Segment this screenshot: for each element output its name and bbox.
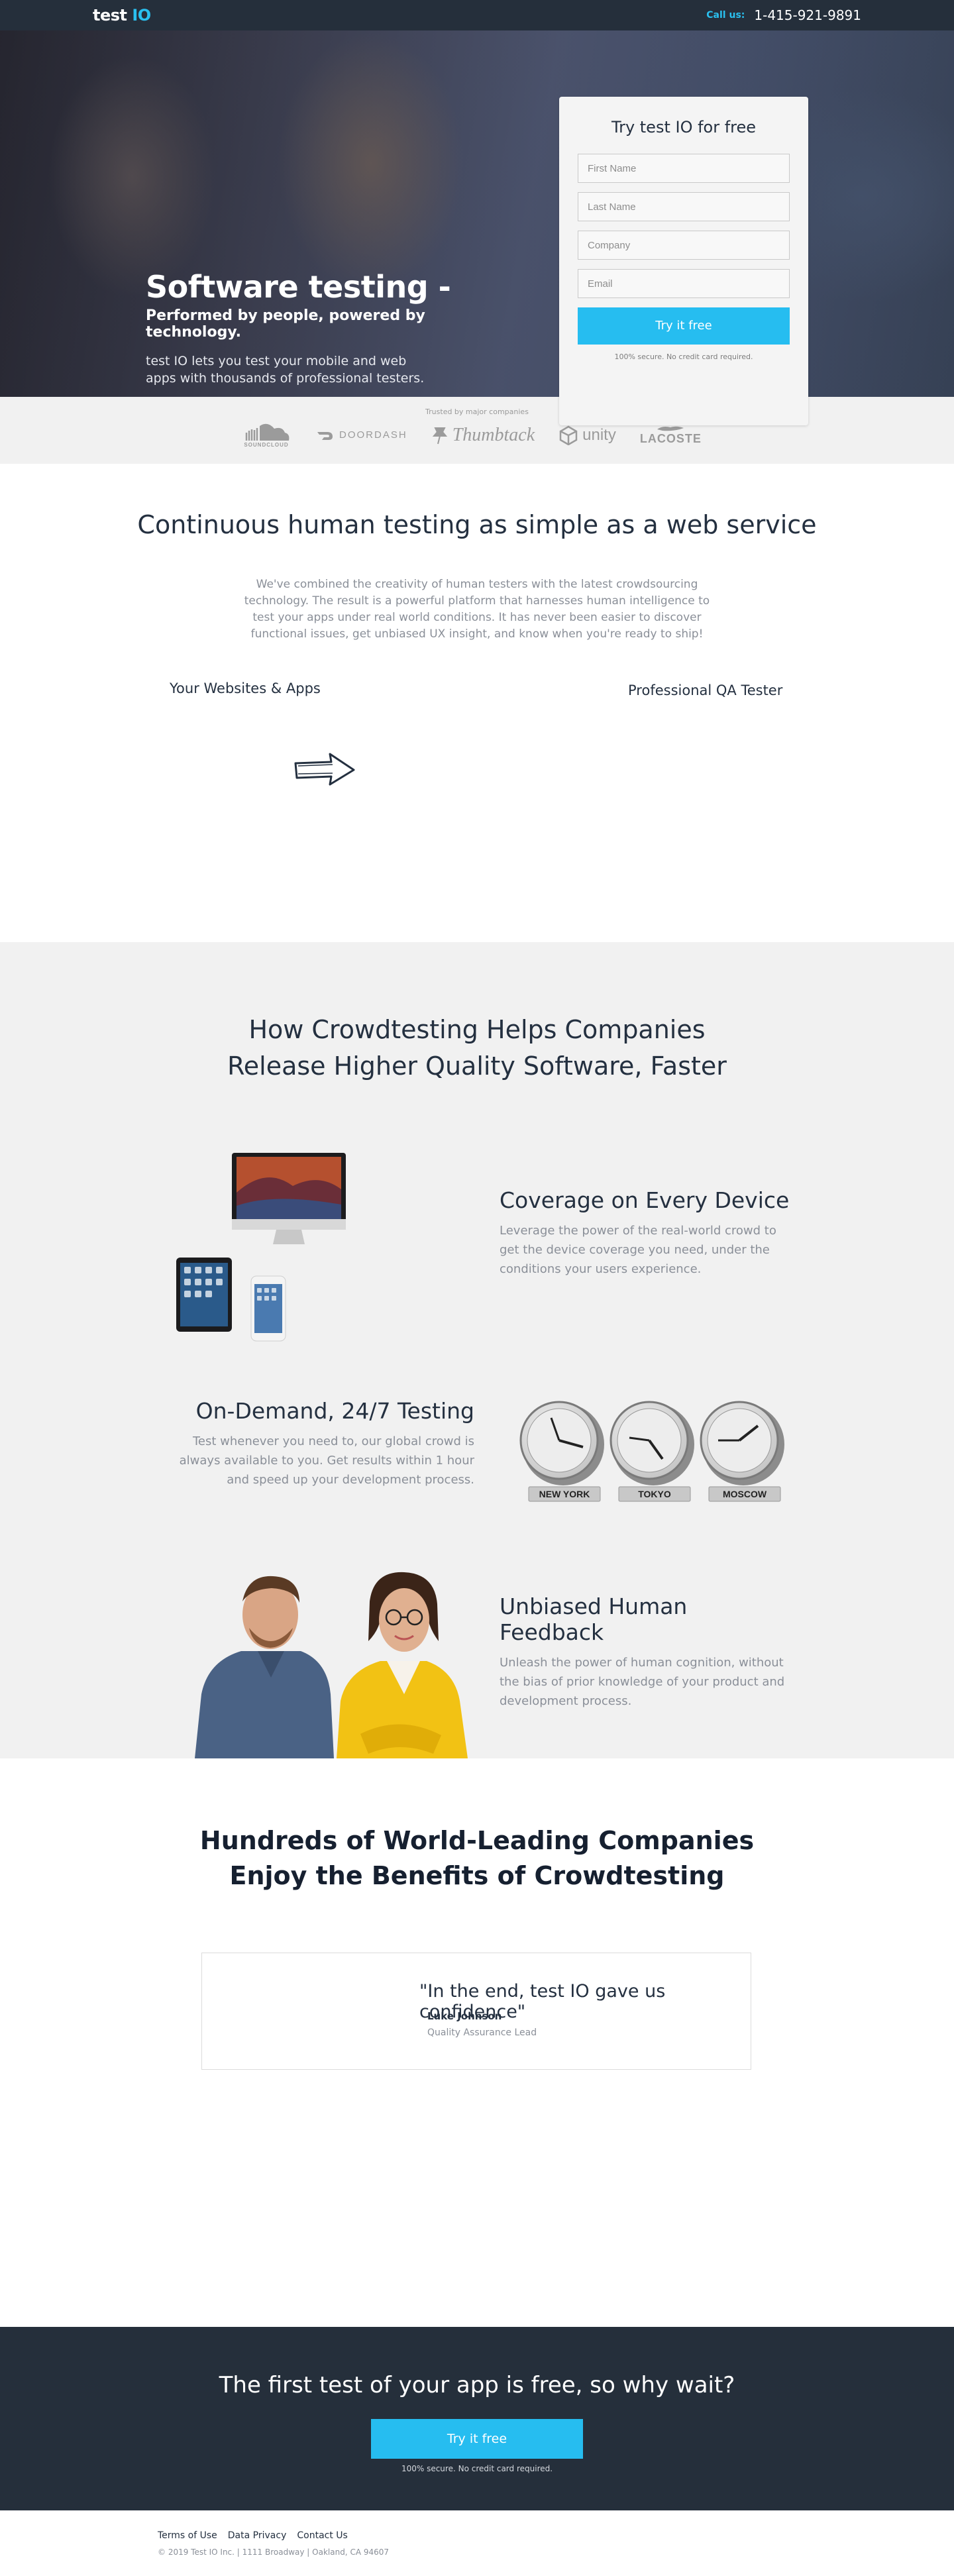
unity-icon	[559, 425, 578, 445]
feature-text: Leverage the power of the real-world cro…	[500, 1224, 776, 1276]
testimonial-name: Luke Johnson	[427, 2010, 502, 2022]
testimonial-role: Quality Assurance Lead	[427, 2027, 537, 2038]
top-bar: test IO Call us: 1-415-921-9891	[0, 0, 954, 30]
feature-title: On-Demand, 24/7 Testing	[195, 1398, 474, 1424]
email-field[interactable]	[578, 269, 790, 298]
soundcloud-text: SOUNDCLOUD	[244, 442, 289, 448]
clock-label-moscow: MOSCOW	[723, 1489, 767, 1499]
last-name-field[interactable]	[578, 192, 790, 221]
first-name-field[interactable]	[578, 154, 790, 183]
hero-subtitle: Performed by people, powered by technolo…	[146, 307, 425, 341]
testimonial-card: "In the end, test IO gave us confidence"…	[201, 1953, 751, 2070]
lacoste-text: LACOSTE	[639, 432, 702, 445]
clock-new-york: NEW YORK	[519, 1401, 604, 1502]
thumbtack-icon	[432, 427, 447, 444]
continuous-description: We've combined the creativity of human t…	[244, 578, 710, 641]
terms-of-use-link[interactable]: Terms of Use	[158, 2530, 217, 2541]
doordash-logo: DOORDASH	[315, 425, 407, 445]
continuous-title: Continuous human testing as simple as a …	[137, 510, 817, 539]
logo-accent: IO	[132, 6, 151, 25]
cta-title: The first test of your app is free, so w…	[219, 2372, 735, 2398]
companies-title-line2: Enjoy the Benefits of Crowdtesting	[229, 1861, 725, 1890]
feature-text: Test whenever you need to, our global cr…	[179, 1434, 474, 1487]
cta-try-free-button[interactable]: Try it free	[371, 2419, 583, 2459]
hero: Software testing - Performed by people, …	[0, 30, 954, 425]
feature-human-feedback: Unbiased Human Feedback Unleash the powe…	[500, 1593, 791, 1711]
logo-text: test	[93, 6, 132, 25]
hero-title: Software testing -	[146, 269, 451, 305]
clock-tokyo: TOKYO	[610, 1401, 694, 1502]
signup-form: Try test IO for free Try it free 100% se…	[559, 97, 808, 425]
feature-title: Unbiased Human Feedback	[500, 1593, 688, 1645]
feature-title: Coverage on Every Device	[500, 1187, 790, 1213]
soundcloud-logo: SOUNDCLOUD	[241, 422, 292, 448]
call-us-label: Call us:	[706, 10, 745, 21]
feature-text: Unleash the power of human cognition, wi…	[500, 1656, 785, 1708]
signup-title: Try test IO for free	[611, 118, 757, 136]
contact-us-link[interactable]: Contact Us	[297, 2530, 347, 2541]
cloud-icon	[245, 423, 290, 441]
logo[interactable]: test IO	[93, 6, 151, 25]
lacoste-logo: LACOSTE	[640, 424, 702, 446]
qa-tester-label: Professional QA Tester	[628, 682, 783, 698]
world-clocks-illustration: NEW YORK TOKYO MOSCOW	[519, 1401, 784, 1502]
try-free-button[interactable]: Try it free	[578, 307, 790, 345]
doordash-icon	[317, 431, 333, 440]
companies-title-line1: Hundreds of World-Leading Companies	[199, 1826, 755, 1855]
crowdtesting-title-line2: Release Higher Quality Software, Faster	[227, 1051, 727, 1081]
companies-title: Hundreds of World-Leading Companies Enjo…	[0, 1823, 954, 1894]
hero-description: test IO lets you test your mobile and we…	[146, 354, 425, 386]
call-us: Call us: 1-415-921-9891	[706, 7, 861, 23]
unity-logo: unity	[558, 425, 616, 445]
unity-text: unity	[582, 425, 616, 444]
crowdtesting-title: How Crowdtesting Helps Companies Release…	[0, 1012, 954, 1085]
hero-text: Software testing - Performed by people, …	[146, 269, 490, 387]
cta-note: 100% secure. No credit card required.	[401, 2464, 553, 2473]
soundcloud-mark: SOUNDCLOUD	[241, 422, 292, 448]
cta-section: The first test of your app is free, so w…	[0, 2327, 954, 2510]
crowdtesting-title-line1: How Crowdtesting Helps Companies	[248, 1015, 706, 1044]
company-field[interactable]	[578, 231, 790, 260]
trusted-caption: Trusted by major companies	[425, 407, 529, 416]
thumbtack-logo: Thumbtack	[431, 425, 535, 446]
copyright: © 2019 Test IO Inc. | 1111 Broadway | Oa…	[158, 2548, 390, 2557]
data-privacy-link[interactable]: Data Privacy	[228, 2530, 287, 2541]
brand-logos: SOUNDCLOUD DOORDASH Thumbtack unity LACO…	[241, 422, 702, 448]
footer: Terms of Use Data Privacy Contact Us © 2…	[0, 2510, 954, 2571]
thumbtack-text: Thumbtack	[452, 424, 535, 445]
signup-note: 100% secure. No credit card required.	[614, 352, 753, 361]
clock-label-tokyo: TOKYO	[638, 1489, 671, 1499]
doordash-text: DOORDASH	[339, 429, 407, 441]
companies-section: Hundreds of World-Leading Companies Enjo…	[0, 1758, 954, 2327]
clock-moscow: MOSCOW	[700, 1401, 784, 1502]
feature-on-demand: On-Demand, 24/7 Testing Test whenever yo…	[172, 1398, 474, 1489]
right-arrow-icon	[294, 753, 355, 786]
footer-links: Terms of Use Data Privacy Contact Us	[158, 2530, 348, 2541]
trusted-strip: Trusted by major companies SOUNDCLOUD DO…	[0, 397, 954, 464]
crowdtesting-section: How Crowdtesting Helps Companies Release…	[0, 942, 954, 1758]
websites-apps-label: Your Websites & Apps	[170, 680, 321, 696]
continuous-testing-section: Continuous human testing as simple as a …	[0, 464, 954, 942]
clock-label-new-york: NEW YORK	[539, 1489, 590, 1499]
devices-illustration	[176, 1153, 346, 1342]
phone-link[interactable]: 1-415-921-9891	[754, 7, 861, 23]
testers-photo	[195, 1572, 468, 1758]
feature-device-coverage: Coverage on Every Device Leverage the po…	[500, 1187, 791, 1279]
